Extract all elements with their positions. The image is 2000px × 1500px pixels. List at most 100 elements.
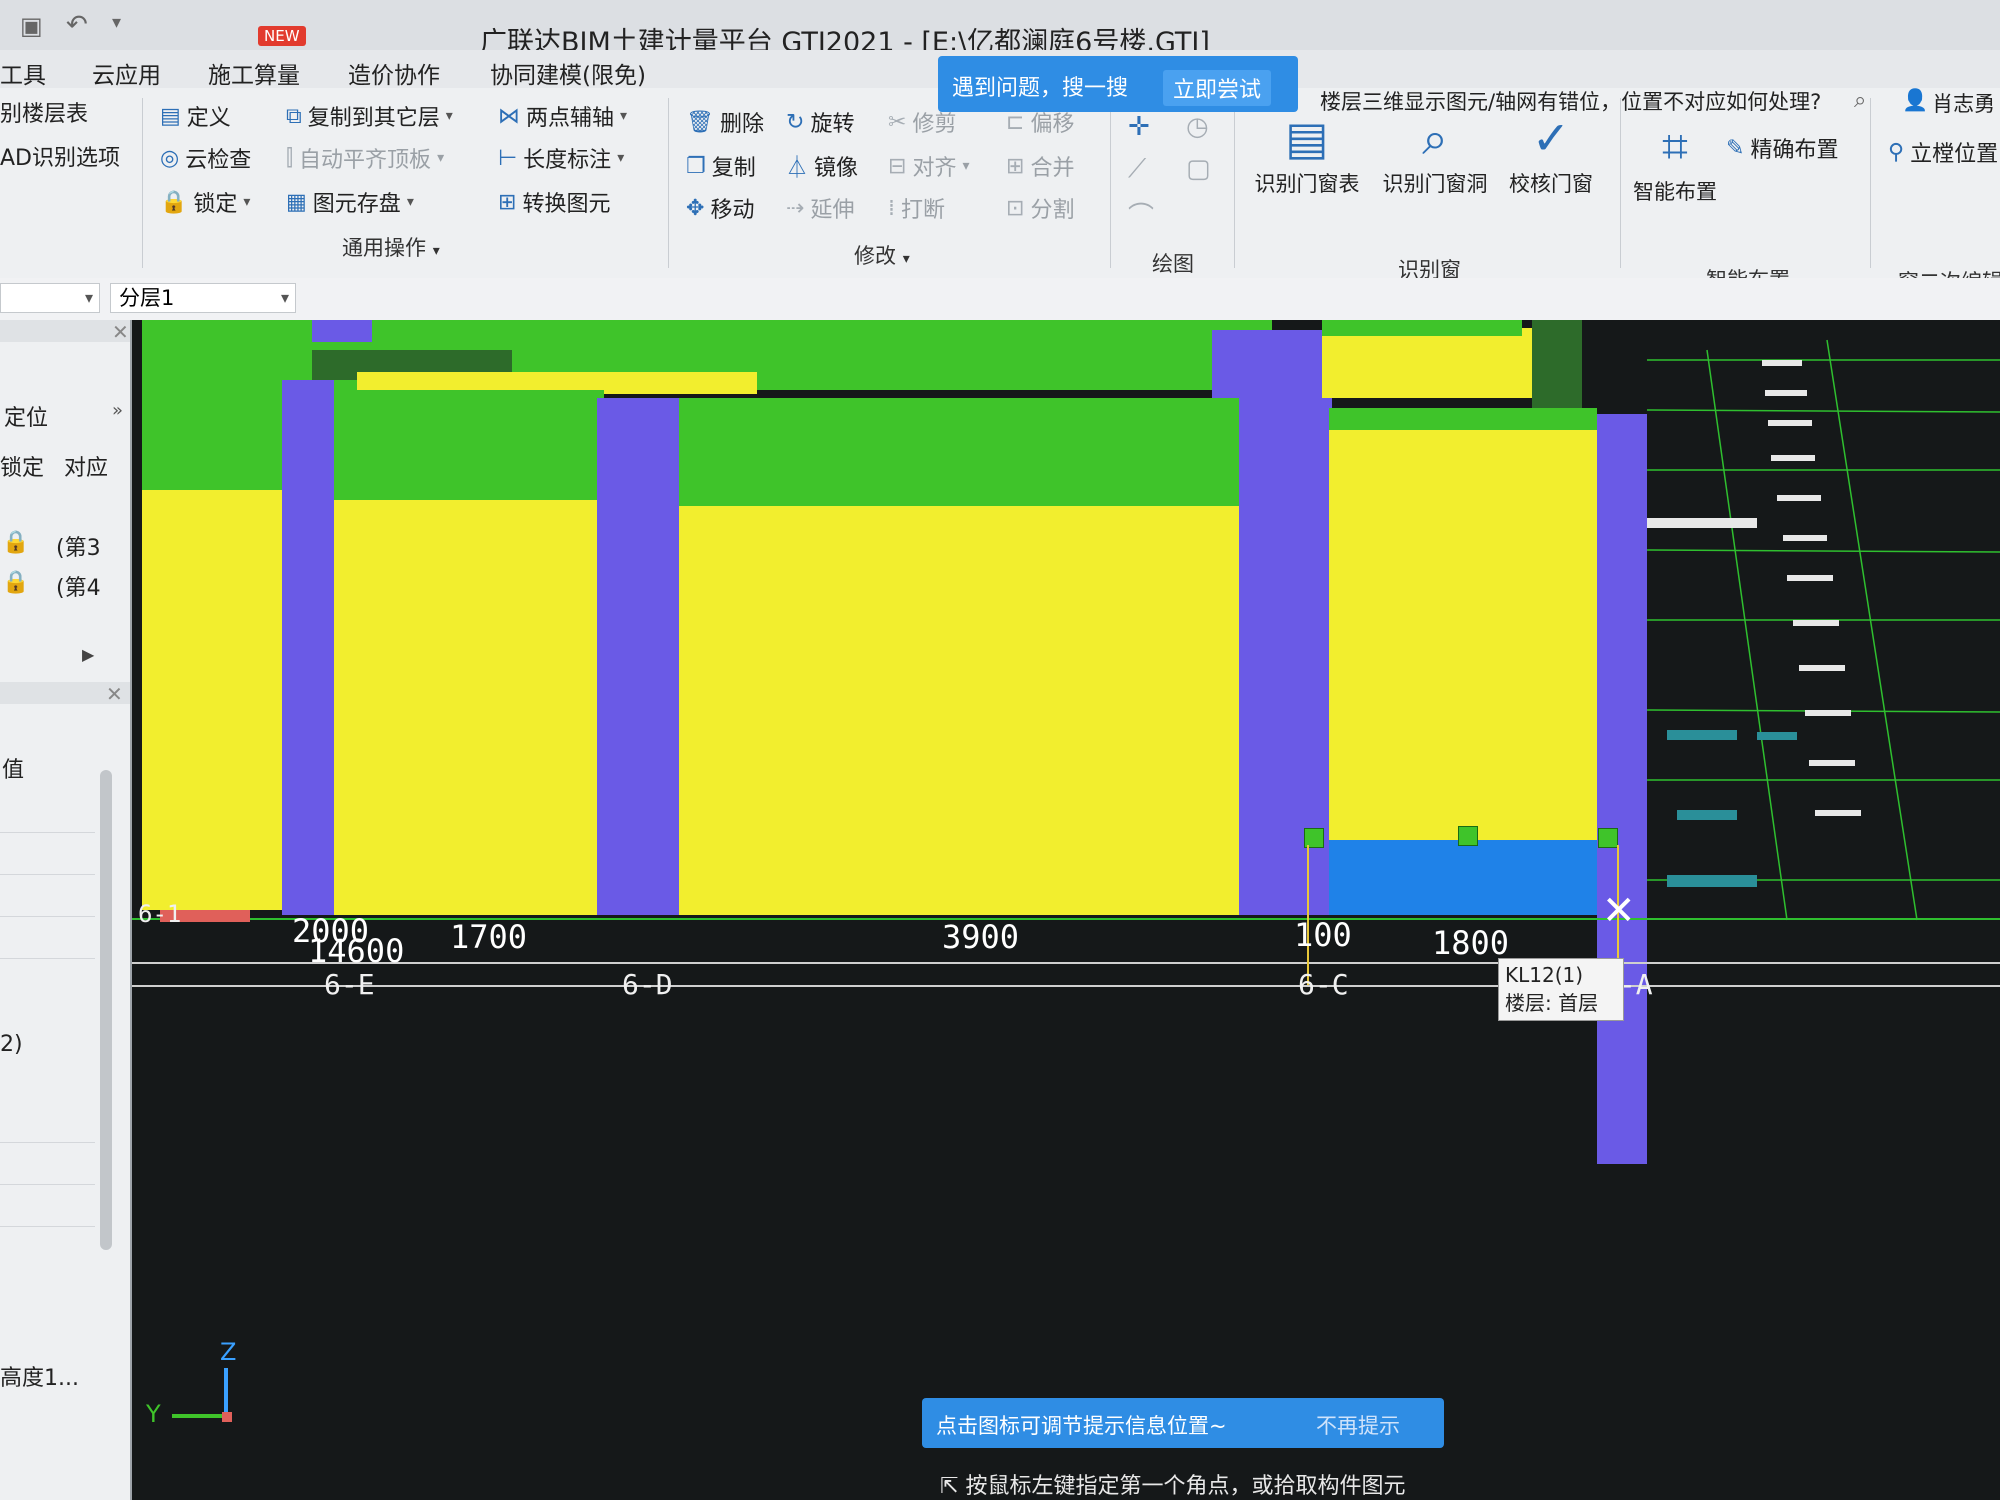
expand-double-chevron-icon[interactable]: » — [112, 400, 123, 421]
slab-element[interactable] — [1322, 328, 1542, 398]
layer-dropdown[interactable]: 分层1 — [110, 283, 296, 313]
value-column-header: 值 — [2, 758, 25, 783]
delete-button[interactable]: 🗑 删除 — [686, 106, 764, 138]
search-icon[interactable]: ⌕ — [1854, 88, 1866, 113]
list-item[interactable]: (第4 — [56, 570, 101, 602]
dimension-label: 3900 — [942, 918, 1020, 956]
modify-group-label[interactable]: 修改 ▾ — [854, 240, 910, 270]
cad-recognize-options-button[interactable]: AD识别选项 — [0, 140, 120, 172]
elevation-icon: ⚲ — [1888, 139, 1905, 165]
quick-access-dropdown-icon[interactable]: ▾ — [112, 12, 121, 33]
column-element[interactable] — [282, 380, 334, 915]
merge-button[interactable]: ⊞ 合并 — [1006, 150, 1074, 182]
elevation-position-button[interactable]: ⚲ 立樘位置 — [1888, 136, 1998, 168]
table-row[interactable] — [0, 874, 95, 917]
ribbon-separator — [1870, 98, 1871, 268]
define-button[interactable]: ▤ 定义 — [160, 100, 231, 132]
grid-layout-icon: ⌗ — [1662, 119, 1688, 173]
locate-label[interactable]: 定位 — [4, 400, 48, 432]
general-operations-group-label[interactable]: 通用操作 ▾ — [342, 232, 440, 262]
column-element[interactable] — [312, 320, 372, 342]
table-row[interactable] — [0, 790, 95, 833]
lock-button[interactable]: 🔒 锁定 ▾ — [160, 186, 250, 218]
grip-handle[interactable] — [1458, 826, 1478, 846]
floor-dropdown[interactable] — [0, 283, 100, 313]
length-dimension-button[interactable]: ⊢ 长度标注 ▾ — [498, 142, 624, 174]
arc-draw-icon[interactable]: ⌒ — [1128, 196, 1154, 233]
precise-layout-icon: ✎ — [1726, 135, 1745, 161]
dont-show-again-button[interactable]: 不再提示 — [1316, 1410, 1400, 1440]
menu-cost-collaboration[interactable]: 造价协作 — [348, 56, 440, 90]
move-button[interactable]: ✥ 移动 — [686, 192, 754, 224]
help-question-text[interactable]: 楼层三维显示图元/轴网有错位，位置不对应如何处理? — [1320, 86, 1821, 116]
new-badge: NEW — [258, 26, 306, 46]
rectangle-draw-icon[interactable]: ▢ — [1186, 154, 1211, 184]
close-icon[interactable]: ✕ — [112, 320, 129, 344]
ribbon-separator — [142, 98, 143, 268]
break-button[interactable]: ⁞ 打断 — [888, 192, 945, 224]
beam-element[interactable] — [1322, 320, 1522, 336]
try-now-button[interactable]: 立即尝试 — [1163, 70, 1272, 106]
opening-recognize-icon: ⌕ — [1422, 111, 1448, 165]
table-row[interactable] — [0, 832, 95, 875]
auto-align-top-slab-button[interactable]: ⫿ 自动平齐顶板 ▾ — [286, 142, 444, 174]
grip-handle[interactable] — [1598, 828, 1618, 848]
scroll-right-icon[interactable]: ▶ — [82, 645, 94, 664]
slab-element[interactable] — [142, 490, 282, 910]
menu-tools[interactable]: 工具 — [0, 56, 46, 90]
split-button[interactable]: ⊡ 分割 — [1006, 192, 1074, 224]
lock-tab[interactable]: 锁定 — [0, 450, 44, 482]
menu-collaborative-modeling[interactable]: 协同建模(限免) — [490, 56, 646, 90]
quick-save-icon[interactable]: ▣ — [20, 12, 43, 40]
precise-layout-button[interactable]: ✎ 精确布置 — [1726, 132, 1838, 164]
column-element[interactable] — [1597, 414, 1647, 1164]
rotate-point-icon[interactable]: ◷ — [1186, 112, 1209, 142]
slab-element[interactable] — [334, 500, 604, 915]
slab-element[interactable] — [1329, 430, 1597, 860]
drawing-canvas[interactable]: ✕ 2000 14600 1700 3900 100 1800 6-1 6-E … — [132, 320, 2000, 1500]
rotate-button[interactable]: ↻ 旋转 — [786, 106, 854, 138]
recognize-door-window-table-button[interactable]: ▤ 识别门窗表 — [1252, 108, 1362, 198]
column-element[interactable] — [597, 398, 679, 915]
menu-cloud-apps[interactable]: 云应用 — [92, 56, 161, 90]
table-row[interactable] — [0, 916, 95, 959]
copy-button[interactable]: ❐ 复制 — [686, 150, 756, 182]
convert-element-button[interactable]: ⊞ 转换图元 — [498, 186, 610, 218]
check-door-window-button[interactable]: ✓ 校核门窗 — [1496, 108, 1606, 198]
beam-element[interactable] — [1532, 320, 1582, 412]
list-item[interactable]: (第3 — [56, 530, 101, 562]
cloud-check-button[interactable]: ◎ 云检查 — [160, 142, 251, 174]
point-draw-icon[interactable]: ✛ — [1128, 112, 1150, 142]
copy-to-other-floor-button[interactable]: ⧉ 复制到其它层 ▾ — [286, 100, 453, 132]
menu-construction-quantity[interactable]: 施工算量 — [208, 56, 300, 90]
undo-icon[interactable]: ↶ — [66, 10, 88, 40]
beam-element[interactable] — [1329, 408, 1597, 430]
corner-axis-label: 6-1 — [138, 900, 182, 928]
table-row[interactable] — [0, 1142, 95, 1185]
extend-button[interactable]: ⇢ 延伸 — [786, 192, 854, 224]
recognize-door-window-opening-button[interactable]: ⌕ 识别门窗洞 — [1380, 108, 1490, 198]
lock-icon: 🔒 — [160, 189, 188, 215]
user-account[interactable]: 👤 肖志勇 — [1902, 88, 1995, 118]
merge-icon: ⊞ — [1006, 153, 1025, 179]
scrollbar[interactable] — [100, 770, 112, 1250]
element-save-button[interactable]: ▦ 图元存盘 ▾ — [286, 186, 414, 218]
lock-icon[interactable]: 🔒 — [2, 570, 29, 595]
beam-element[interactable] — [679, 398, 1239, 506]
two-point-auxiliary-axis-button[interactable]: ⋈ 两点辅轴 ▾ — [498, 100, 627, 132]
lock-icon[interactable]: 🔒 — [2, 530, 29, 555]
hint-banner[interactable]: 点击图标可调节提示信息位置~ 不再提示 — [922, 1398, 1444, 1448]
table-row[interactable] — [0, 1100, 95, 1143]
mirror-button[interactable]: ⏃ 镜像 — [786, 150, 858, 182]
crosshair-cursor-icon: ✕ — [1602, 888, 1636, 934]
align-button[interactable]: ⊟ 对齐 ▾ — [888, 150, 969, 182]
beam-element[interactable] — [334, 390, 604, 500]
selected-beam-kl12[interactable] — [1329, 840, 1597, 915]
floor-table-button[interactable]: 别楼层表 — [0, 96, 88, 128]
slab-element[interactable] — [679, 506, 1239, 915]
close-icon[interactable]: ✕ — [106, 682, 123, 706]
line-draw-icon[interactable]: ⟋ — [1128, 154, 1146, 185]
correspond-tab[interactable]: 对应 — [64, 450, 108, 482]
smart-layout-button[interactable]: ⌗ 智能布置 — [1620, 116, 1730, 206]
table-row[interactable] — [0, 1184, 95, 1227]
